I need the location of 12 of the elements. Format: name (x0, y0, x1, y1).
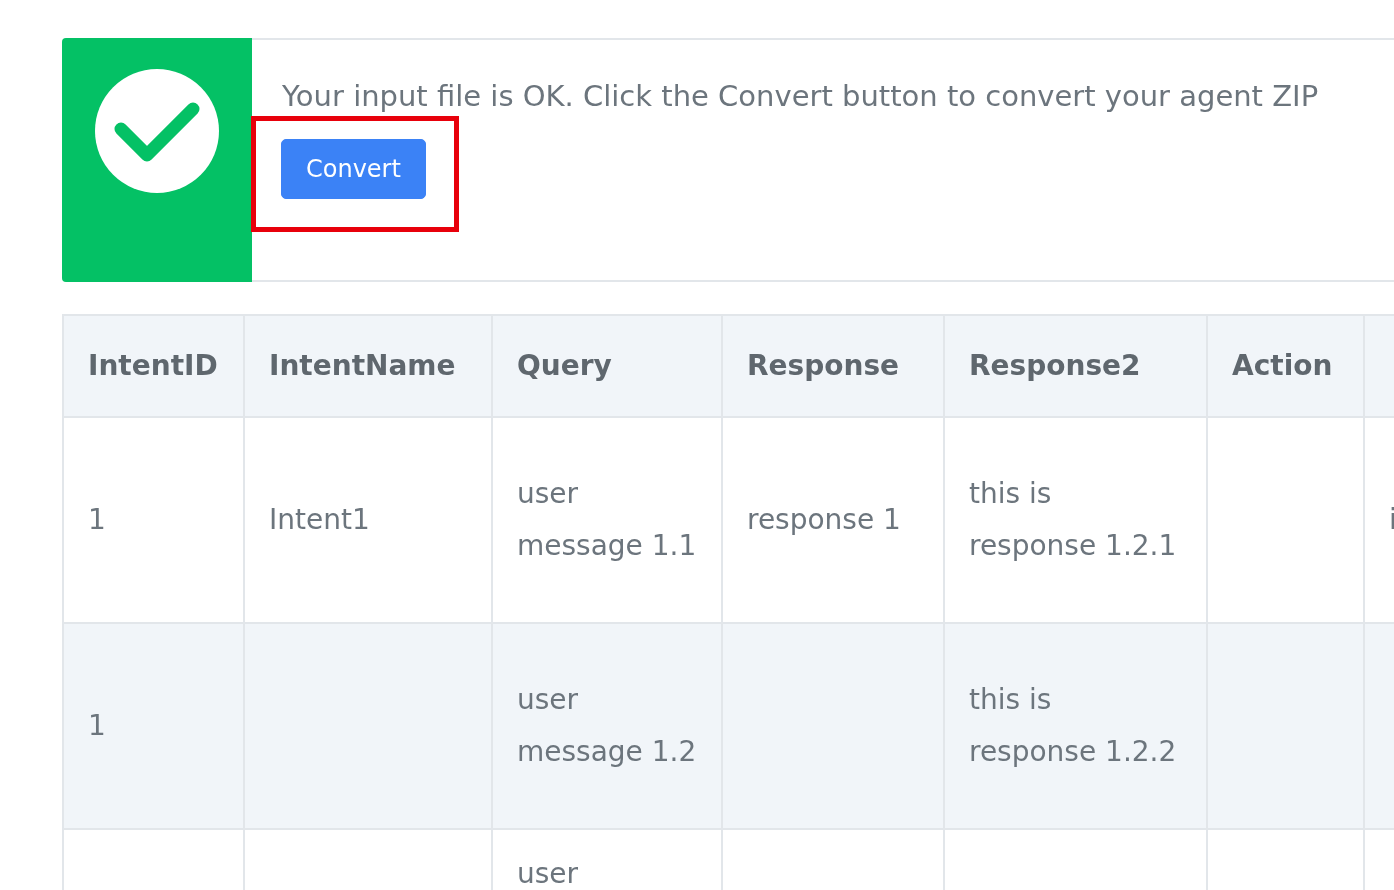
column-header: Response2 (944, 315, 1207, 417)
check-circle-icon (95, 69, 219, 193)
table-cell: user message 1.2 (492, 623, 722, 829)
convert-button[interactable]: Convert (281, 139, 426, 199)
status-message: Your input file is OK. Click the Convert button to convert your agent ZIP (282, 78, 1320, 115)
column-header: IntentID (63, 315, 244, 417)
column-header: Query (492, 315, 722, 417)
column-header: IntentName (244, 315, 492, 417)
column-header: Action (1207, 315, 1364, 417)
table-cell: 1 (63, 623, 244, 829)
table-cell: this is response 1.2.2 (944, 623, 1207, 829)
column-header: Response (722, 315, 944, 417)
